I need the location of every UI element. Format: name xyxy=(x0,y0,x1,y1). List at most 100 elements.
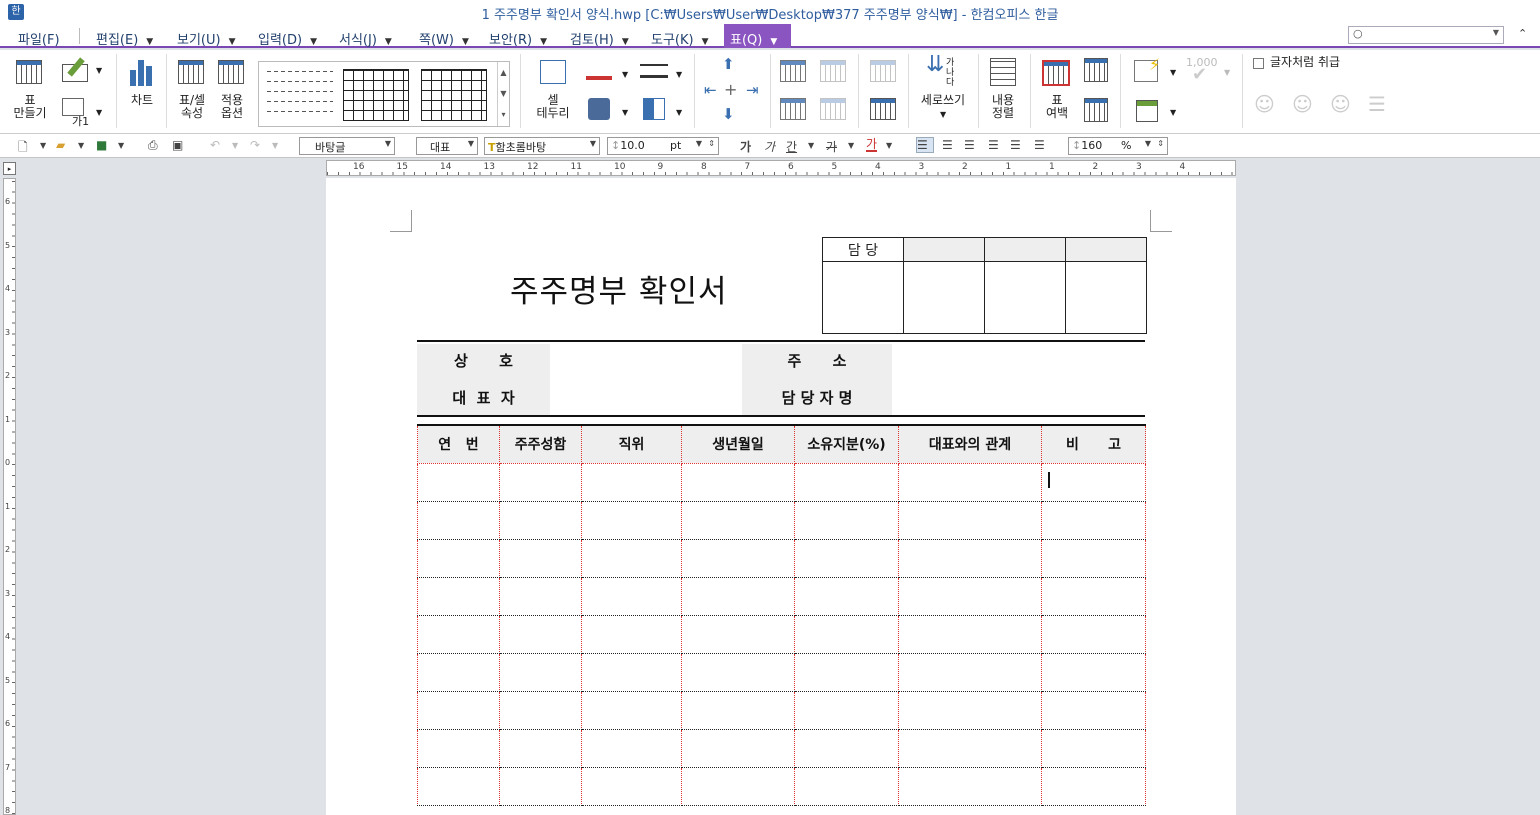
collapse-ribbon-icon[interactable]: ⌃ xyxy=(1518,27,1527,40)
gallery-style-3[interactable] xyxy=(421,69,487,121)
align-left-icon[interactable]: ☰ xyxy=(942,138,953,152)
align-divide-icon[interactable]: ☰ xyxy=(1034,138,1045,152)
approval-cell[interactable] xyxy=(984,261,1066,334)
table-cell[interactable] xyxy=(581,501,682,540)
undo-dropdown[interactable]: ▼ xyxy=(232,141,238,150)
gallery-scroll[interactable]: ▲ ▼ ▾ xyxy=(497,62,509,126)
table-cell[interactable] xyxy=(898,767,1042,806)
save-icon[interactable]: ■ xyxy=(96,138,107,152)
table-cell[interactable] xyxy=(581,463,682,502)
insert-col-left-icon[interactable]: ⇤ xyxy=(704,83,717,98)
cell-height-icon[interactable] xyxy=(1084,58,1108,82)
underline-dropdown[interactable]: ▼ xyxy=(808,141,814,150)
cell-border-icon[interactable] xyxy=(540,60,566,84)
print-icon[interactable]: ⎙ xyxy=(148,138,158,153)
formula-dropdown[interactable]: ▼ xyxy=(1170,66,1176,79)
align-distribute-icon[interactable]: ☰ xyxy=(1010,138,1021,152)
address-value-cell[interactable] xyxy=(893,344,1145,415)
redo-dropdown[interactable]: ▼ xyxy=(272,141,278,150)
table-cell[interactable] xyxy=(898,539,1042,578)
thousand-sep-dropdown[interactable]: ▼ xyxy=(1224,66,1230,79)
vertical-write-button[interactable]: 세로쓰기 xyxy=(918,94,968,107)
align-justify-icon[interactable]: ☰ xyxy=(916,137,934,153)
table-cell[interactable] xyxy=(794,729,899,768)
open-dropdown[interactable]: ▼ xyxy=(78,141,84,150)
cell-edit-icon[interactable] xyxy=(62,57,88,82)
wrap-icon-2[interactable]: ☺ xyxy=(1292,94,1313,114)
table-cell[interactable] xyxy=(581,539,682,578)
merge-cells-icon[interactable] xyxy=(820,60,846,82)
wrap-icon-3[interactable]: ☺ xyxy=(1330,94,1351,114)
table-cell[interactable] xyxy=(794,691,899,730)
split-cells-icon[interactable] xyxy=(820,98,846,120)
menu-file[interactable]: 파일(F) xyxy=(12,27,66,48)
approval-cell[interactable] xyxy=(1065,237,1147,262)
calculator-icon[interactable] xyxy=(1136,100,1158,122)
insert-row-above-icon[interactable]: ⬆ xyxy=(722,57,735,72)
table-margin-button[interactable]: 표 여백 xyxy=(1040,94,1074,120)
fill-color-dropdown[interactable]: ▼ xyxy=(622,106,628,119)
table-cell[interactable] xyxy=(417,729,500,768)
table-cell[interactable] xyxy=(1041,729,1146,768)
chart-icon[interactable] xyxy=(128,58,156,86)
table-cell[interactable] xyxy=(681,691,795,730)
table-cell[interactable] xyxy=(1041,653,1146,692)
equal-width-icon[interactable] xyxy=(870,98,896,120)
content-align-button[interactable]: 내용 정렬 xyxy=(986,94,1020,120)
wrap-icon-1[interactable]: ☺ xyxy=(1254,94,1275,114)
table-cell[interactable] xyxy=(681,653,795,692)
make-table-icon[interactable] xyxy=(16,60,42,84)
table-cell[interactable] xyxy=(898,653,1042,692)
align-right-icon[interactable]: ☰ xyxy=(988,138,999,152)
table-cell[interactable] xyxy=(1041,577,1146,616)
table-cell[interactable] xyxy=(581,767,682,806)
table-props-icon[interactable] xyxy=(178,60,204,84)
table-cell[interactable] xyxy=(681,463,795,502)
ruler-corner-button[interactable]: ▸ xyxy=(3,162,16,175)
table-cell[interactable] xyxy=(417,653,500,692)
cell-width-icon[interactable] xyxy=(1084,98,1108,122)
table-cell[interactable] xyxy=(417,767,500,806)
approval-cell[interactable] xyxy=(822,261,904,334)
font-size-input[interactable]: ↕10.0 pt ▼ ⇕ xyxy=(607,137,719,155)
approval-cell[interactable] xyxy=(1065,261,1147,334)
open-icon[interactable]: ▰ xyxy=(56,138,65,152)
border-color-dropdown[interactable]: ▼ xyxy=(622,68,628,81)
table-cell[interactable] xyxy=(499,577,582,616)
table-cell[interactable] xyxy=(681,539,795,578)
table-cell[interactable] xyxy=(794,539,899,578)
menu-edit[interactable]: 편집(E) ▼ xyxy=(90,27,159,48)
table-cell[interactable] xyxy=(794,577,899,616)
italic-button[interactable]: 가 xyxy=(764,138,775,155)
undo-icon[interactable]: ↶ xyxy=(210,138,220,152)
menu-table[interactable]: 표(Q) ▼ xyxy=(724,24,791,48)
vertical-write-icon[interactable]: ⇊ xyxy=(926,54,944,76)
table-cell[interactable] xyxy=(499,691,582,730)
menu-page[interactable]: 쪽(W) ▼ xyxy=(413,27,475,48)
table-cell[interactable] xyxy=(681,501,795,540)
menu-view[interactable]: 보기(U) ▼ xyxy=(171,27,242,48)
wrap-icon-4[interactable]: ☰ xyxy=(1368,94,1386,114)
table-cell[interactable] xyxy=(1041,539,1146,578)
table-cell[interactable] xyxy=(417,691,500,730)
table-cell[interactable] xyxy=(581,691,682,730)
vertical-write-dropdown[interactable]: ▼ xyxy=(940,108,946,121)
table-cell[interactable] xyxy=(499,767,582,806)
preview-icon[interactable]: ▣ xyxy=(172,138,183,152)
border-line-icon[interactable] xyxy=(640,64,668,78)
table-cell[interactable] xyxy=(681,767,795,806)
table-cell-props-button[interactable]: 표/셀 속성 xyxy=(176,94,208,120)
thousand-sep-icon[interactable]: ✔ xyxy=(1192,66,1207,84)
align-center-icon[interactable]: ☰ xyxy=(964,138,975,152)
table-margin-icon[interactable] xyxy=(1042,60,1070,86)
cell-border-button[interactable]: 셀 테두리 xyxy=(532,94,574,120)
table-cell[interactable] xyxy=(794,767,899,806)
content-align-icon[interactable] xyxy=(990,58,1016,86)
caption-icon[interactable] xyxy=(62,98,84,116)
table-cell[interactable] xyxy=(417,577,500,616)
approval-cell[interactable] xyxy=(984,237,1066,262)
apply-options-icon[interactable] xyxy=(218,60,244,84)
strike-button[interactable]: 가 xyxy=(826,138,837,155)
cell-shade-icon[interactable] xyxy=(643,98,665,120)
table-cell[interactable] xyxy=(1041,691,1146,730)
